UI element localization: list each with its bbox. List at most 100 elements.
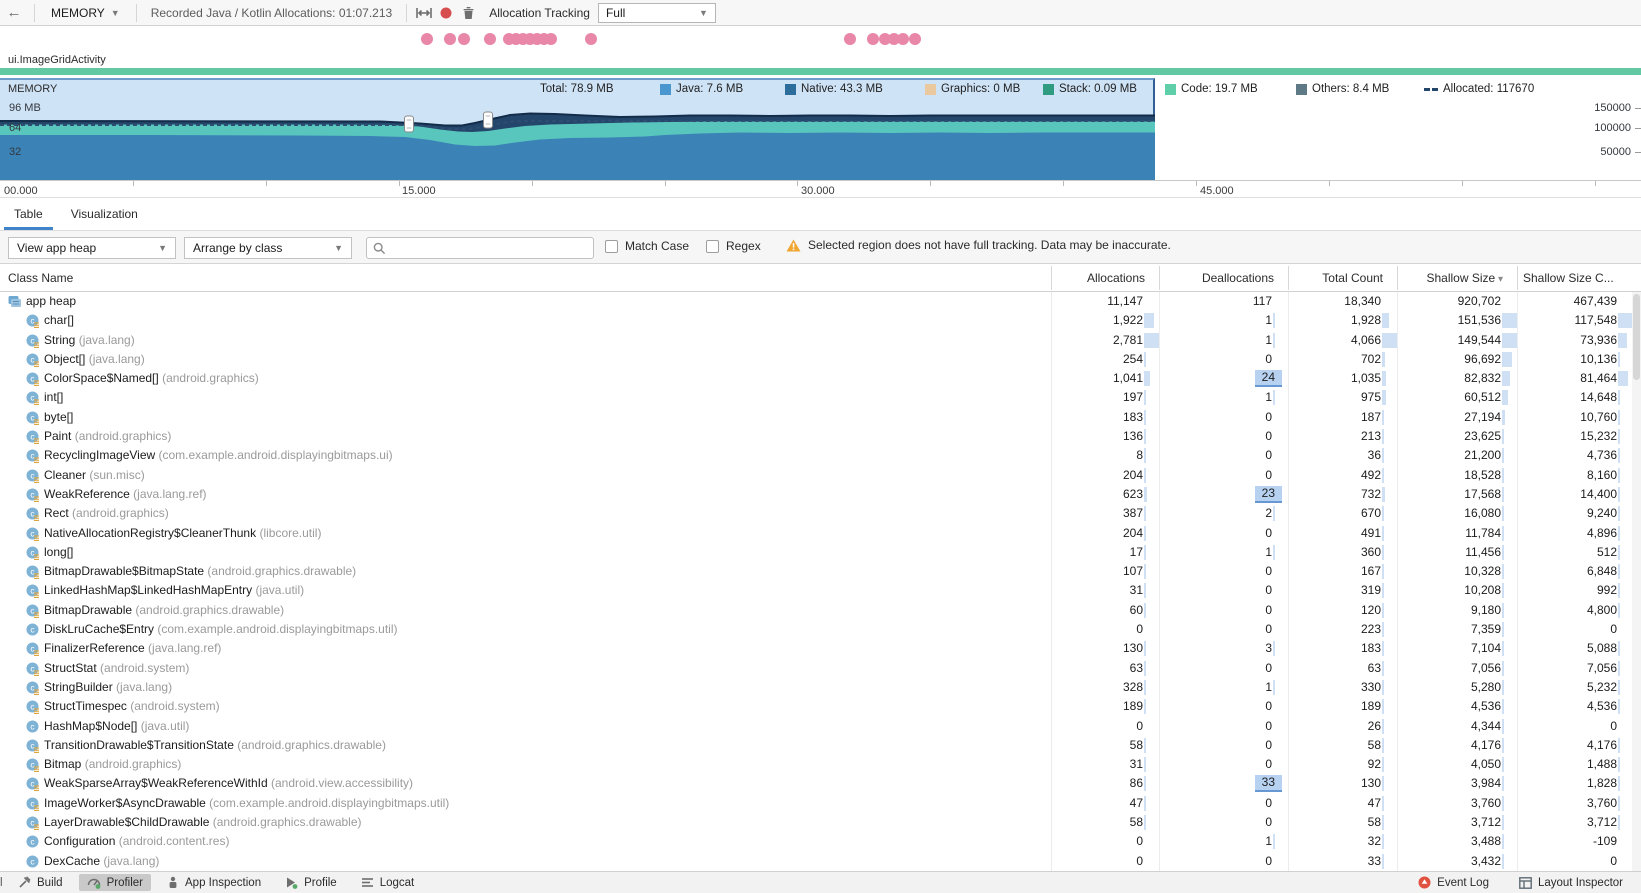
toolwindow-logcat[interactable]: Logcat bbox=[353, 875, 423, 891]
value-magnitude-bar bbox=[1382, 602, 1384, 618]
table-row[interactable]: c BitmapDrawable (android.graphics.drawab… bbox=[0, 601, 1641, 620]
search-field[interactable] bbox=[366, 237, 594, 259]
table-row[interactable]: c StructStat (android.system) 63 0 63 7,056 7,… bbox=[0, 659, 1641, 678]
cell-value: 47 bbox=[1129, 795, 1143, 810]
allocation-event-dot[interactable] bbox=[458, 33, 470, 45]
column-header-class-name[interactable]: Class Name bbox=[8, 264, 73, 292]
table-row[interactable]: c NativeAllocationRegistry$CleanerThunk (… bbox=[0, 524, 1641, 543]
layout-inspector-button[interactable]: Layout Inspector bbox=[1511, 875, 1631, 891]
table-row[interactable]: c RecyclingImageView (com.example.android… bbox=[0, 446, 1641, 465]
legend-label: Total: 78.9 MB bbox=[540, 83, 614, 95]
selection-handle-left[interactable] bbox=[404, 115, 414, 133]
allocation-event-dot[interactable] bbox=[844, 33, 856, 45]
event-log-button[interactable]: Event Log bbox=[1410, 874, 1497, 891]
value-magnitude-bar bbox=[1382, 429, 1384, 445]
table-row[interactable]: c WeakSparseArray$WeakReferenceWithId (an… bbox=[0, 774, 1641, 793]
column-header-total-count[interactable]: Total Count bbox=[1288, 264, 1383, 292]
table-row[interactable]: c StructTimespec (android.system) 189 0 189 4… bbox=[0, 697, 1641, 716]
allocation-event-dot[interactable] bbox=[897, 33, 909, 45]
search-input[interactable] bbox=[391, 241, 587, 255]
class-name: byte[] bbox=[44, 409, 74, 424]
match-case-checkbox[interactable]: Match Case bbox=[605, 239, 689, 253]
heap-row[interactable]: app heap 11,147 117 18,340 920,702 467,439 bbox=[0, 292, 1641, 311]
table-row[interactable]: c FinalizerReference (java.lang.ref) 130 3 1… bbox=[0, 639, 1641, 658]
allocation-event-dot[interactable] bbox=[585, 33, 597, 45]
table-row[interactable]: c StringBuilder (java.lang) 328 1 330 5,280 5,… bbox=[0, 678, 1641, 697]
class-name: DiskLruCache$Entry (com.example.android.… bbox=[44, 622, 398, 637]
table-row[interactable]: c char[] 1,922 1 1,928 151,536 117,548 bbox=[0, 311, 1641, 330]
tab-visualization[interactable]: Visualization bbox=[57, 198, 152, 230]
table-row[interactable]: c LinkedHashMap$LinkedHashMapEntry (java.… bbox=[0, 581, 1641, 600]
cell-value: 0 bbox=[1265, 815, 1272, 830]
toolbar-divider bbox=[135, 3, 137, 22]
table-row[interactable]: c Paint (android.graphics) 136 0 213 23,625 15… bbox=[0, 427, 1641, 446]
scrollbar-thumb[interactable] bbox=[1633, 294, 1640, 380]
event-track[interactable] bbox=[0, 26, 1641, 52]
table-row[interactable]: c byte[] 183 0 187 27,194 10,760 bbox=[0, 408, 1641, 427]
record-icon[interactable] bbox=[435, 3, 457, 23]
value-magnitude-bar bbox=[1382, 660, 1384, 676]
table-row[interactable]: c DexCache (java.lang) 0 0 33 3,432 0 bbox=[0, 852, 1641, 871]
regex-checkbox[interactable]: Regex bbox=[706, 239, 761, 253]
heap-select[interactable]: View app heap ▼ bbox=[8, 237, 176, 259]
table-row[interactable]: c DiskLruCache$Entry (com.example.android… bbox=[0, 620, 1641, 639]
cell-value: 0 bbox=[1610, 622, 1617, 637]
toolwindow-profile[interactable]: Profile bbox=[277, 874, 345, 891]
table-row[interactable]: c long[] 17 1 360 11,456 512 bbox=[0, 543, 1641, 562]
table-row[interactable]: c Cleaner (sun.misc) 204 0 492 18,528 8,160 bbox=[0, 466, 1641, 485]
allocation-event-dot[interactable] bbox=[545, 33, 557, 45]
session-selector-dropdown[interactable]: MEMORY ▼ bbox=[41, 6, 130, 20]
selection-handle-right[interactable] bbox=[483, 111, 493, 129]
toolwindow-app-inspection[interactable]: App Inspection bbox=[159, 874, 269, 891]
table-row[interactable]: c int[] 197 1 975 60,512 14,648 bbox=[0, 388, 1641, 407]
table-row[interactable]: c BitmapDrawable$BitmapState (android.gra… bbox=[0, 562, 1641, 581]
value-magnitude-bar bbox=[1618, 776, 1620, 792]
column-header-shallow-size[interactable]: Shallow Size ▾ bbox=[1397, 264, 1503, 292]
table-row[interactable]: c Configuration (android.content.res) 0 1 32… bbox=[0, 832, 1641, 851]
cell-value: 11,147 bbox=[1107, 294, 1143, 308]
value-magnitude-bar bbox=[1382, 641, 1384, 657]
column-header-allocations[interactable]: Allocations bbox=[1051, 264, 1145, 292]
arrange-select[interactable]: Arrange by class ▼ bbox=[184, 237, 352, 259]
allocation-event-dot[interactable] bbox=[421, 33, 433, 45]
table-row[interactable]: c WeakReference (java.lang.ref) 623 23 732 17… bbox=[0, 485, 1641, 504]
table-row[interactable]: c String (java.lang) 2,781 1 4,066 149,544 73,… bbox=[0, 331, 1641, 350]
tracking-warning: Selected region does not have full track… bbox=[786, 238, 1171, 252]
class-name: WeakReference (java.lang.ref) bbox=[44, 486, 207, 501]
class-icon: c bbox=[26, 469, 40, 483]
column-header-deallocations[interactable]: Deallocations bbox=[1159, 264, 1274, 292]
toolwindow-build[interactable]: Build bbox=[10, 874, 71, 891]
allocation-event-dot[interactable] bbox=[484, 33, 496, 45]
column-header-shallow-size-change[interactable]: Shallow Size C... bbox=[1523, 264, 1614, 292]
table-row[interactable]: c LayerDrawable$ChildDrawable (android.gr… bbox=[0, 813, 1641, 832]
allocation-event-dot[interactable] bbox=[909, 33, 921, 45]
table-row[interactable]: c Object[] (java.lang) 254 0 702 96,692 10,136 bbox=[0, 350, 1641, 369]
toolwindow-profiler[interactable]: Profiler bbox=[78, 874, 152, 891]
table-row[interactable]: c Bitmap (android.graphics) 31 0 92 4,050 1,48… bbox=[0, 755, 1641, 774]
allocation-event-dot[interactable] bbox=[444, 33, 456, 45]
class-icon: c bbox=[26, 334, 40, 348]
allocation-event-dot[interactable] bbox=[867, 33, 879, 45]
trash-icon[interactable] bbox=[457, 3, 479, 23]
table-row[interactable]: c Rect (android.graphics) 387 2 670 16,080 9,2… bbox=[0, 504, 1641, 523]
value-magnitude-bar bbox=[1618, 583, 1620, 599]
class-icon: c bbox=[26, 527, 40, 541]
back-arrow-icon[interactable]: ← bbox=[0, 4, 28, 21]
allocation-tracking-select[interactable]: Full ▼ bbox=[597, 2, 716, 23]
zoom-to-selection-icon[interactable] bbox=[413, 3, 435, 23]
class-package: (com.example.android.displayingbitmaps.u… bbox=[154, 622, 398, 637]
timeline-ruler[interactable]: 00.000 15.000 30.000 45.000 bbox=[0, 180, 1641, 198]
table-row[interactable]: c HashMap$Node[] (java.util) 0 0 26 4,344 0 bbox=[0, 717, 1641, 736]
cell-value: 0 bbox=[1265, 448, 1272, 463]
table-row[interactable]: c ColorSpace$Named[] (android.graphics) 1,… bbox=[0, 369, 1641, 388]
class-package: (android.graphics.drawable) bbox=[132, 602, 285, 617]
highlighted-value: 33 bbox=[1254, 775, 1282, 793]
cell-value: 0 bbox=[1265, 351, 1272, 366]
table-row[interactable]: c TransitionDrawable$TransitionState (and… bbox=[0, 736, 1641, 755]
table-row[interactable]: c ImageWorker$AsyncDrawable (com.example.… bbox=[0, 794, 1641, 813]
vertical-scrollbar[interactable] bbox=[1632, 292, 1641, 871]
class-name: Paint (android.graphics) bbox=[44, 429, 172, 444]
activity-lifetime-bar[interactable] bbox=[0, 68, 1641, 75]
tab-table[interactable]: Table bbox=[0, 198, 57, 230]
class-package: (com.example.android.displayingbitmaps.u… bbox=[155, 448, 393, 463]
